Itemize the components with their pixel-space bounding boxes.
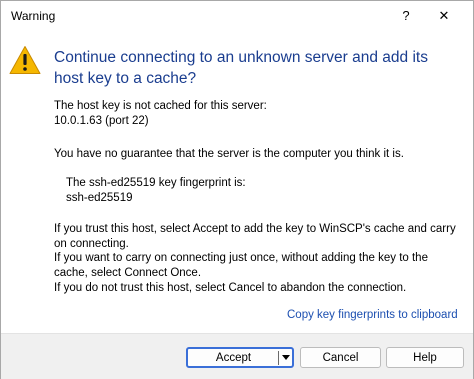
warning-icon [9, 46, 41, 74]
help-button[interactable]: Help [386, 347, 464, 368]
instruction-line: cache, select Connect Once. [54, 267, 202, 279]
dropdown-arrow-icon[interactable] [282, 355, 290, 360]
help-title-button[interactable]: ? [393, 4, 419, 28]
host-key-message: The host key is not cached for this serv… [54, 100, 267, 112]
instruction-line: If you do not trust this host, select Ca… [54, 282, 407, 294]
warning-dialog: Warning ? ✕ Continue connecting to an un… [0, 0, 474, 379]
accept-button-label[interactable]: Accept [188, 349, 279, 367]
cancel-button[interactable]: Cancel [300, 347, 381, 368]
instruction-line: If you trust this host, select Accept to… [54, 223, 456, 235]
window-title: Warning [11, 9, 56, 23]
accept-split-button[interactable]: Accept [186, 347, 294, 368]
split-divider [278, 351, 279, 365]
instruction-line: If you want to carry on connecting just … [54, 252, 428, 264]
fingerprint-value: ssh-ed25519 [66, 192, 133, 204]
dialog-heading: Continue connecting to an unknown server… [54, 49, 428, 87]
close-button[interactable]: ✕ [431, 4, 457, 28]
title-bar: Warning ? ✕ [1, 1, 473, 32]
fingerprint-label: The ssh-ed25519 key fingerprint is: [66, 177, 246, 189]
server-address: 10.0.1.63 (port 22) [54, 115, 149, 127]
guarantee-message: You have no guarantee that the server is… [54, 148, 404, 160]
instruction-line: on connecting. [54, 238, 129, 250]
copy-fingerprints-link[interactable]: Copy key fingerprints to clipboard [287, 309, 458, 321]
